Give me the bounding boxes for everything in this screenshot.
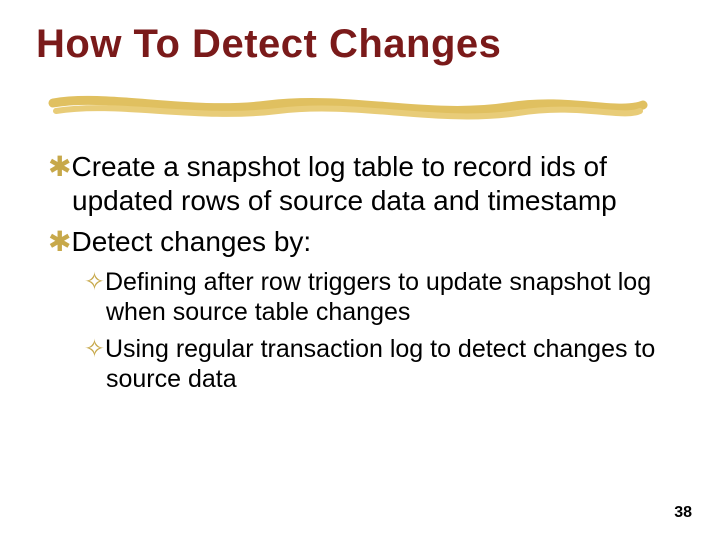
slide: How To Detect Changes ✱Create a snapshot… xyxy=(0,0,720,540)
slide-title: How To Detect Changes xyxy=(36,22,501,67)
bullet-text: Detect changes by: xyxy=(71,226,311,257)
bullet-level1: ✱Create a snapshot log table to record i… xyxy=(48,150,668,217)
bullet-text: Defining after row triggers to update sn… xyxy=(105,268,651,327)
slide-body: ✱Create a snapshot log table to record i… xyxy=(48,150,668,399)
bullet-glyph-z-icon: ✱ xyxy=(48,226,71,257)
bullet-text: Create a snapshot log table to record id… xyxy=(71,151,616,216)
bullet-glyph-y-icon: ✧ xyxy=(84,268,105,296)
bullet-text: Using regular transaction log to detect … xyxy=(105,335,655,394)
bullet-level2: ✧Defining after row triggers to update s… xyxy=(84,267,668,328)
bullet-level1: ✱Detect changes by: xyxy=(48,225,668,259)
bullet-glyph-y-icon: ✧ xyxy=(84,335,105,363)
bullet-level2: ✧Using regular transaction log to detect… xyxy=(84,334,668,395)
title-underline xyxy=(48,85,648,125)
page-number: 38 xyxy=(674,504,692,522)
bullet-glyph-z-icon: ✱ xyxy=(48,151,71,182)
